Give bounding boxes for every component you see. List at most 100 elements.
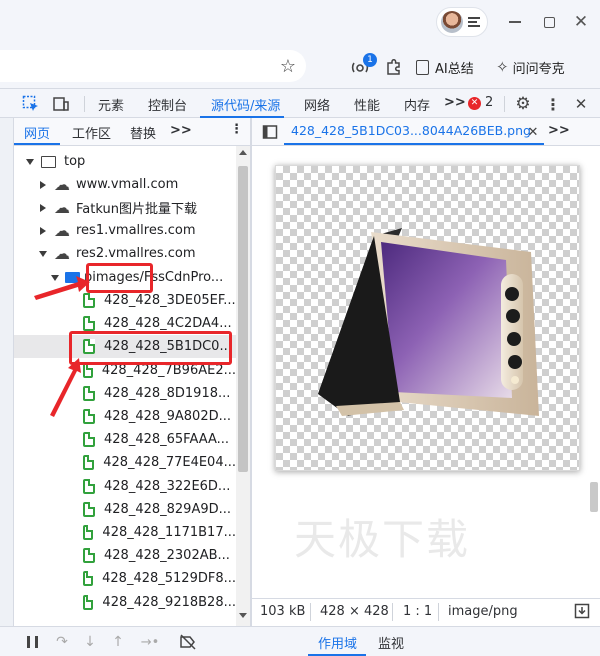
deactivate-breakpoints-button[interactable] (176, 632, 200, 652)
image-file-icon (83, 594, 94, 610)
tab-overrides[interactable]: 替换 (130, 123, 156, 142)
collapsed-arrow-icon (40, 226, 46, 235)
minimize-button[interactable] (500, 8, 530, 36)
navigator-menu-button[interactable]: ⋮ (230, 122, 243, 137)
more-navigator-tabs[interactable]: >> (170, 123, 192, 138)
tab-sources[interactable]: 源代码/来源 (200, 89, 284, 118)
cloud-icon: ☁ (54, 243, 70, 263)
restore-icon (543, 16, 555, 28)
tree-item-file[interactable]: 428_428_2302AB... (14, 544, 236, 567)
tree-item-origin[interactable]: ☁ res1.vmallres.com (14, 219, 236, 242)
tree-item-label: res1.vmallres.com (76, 223, 196, 238)
step-over-button[interactable]: ↷ (52, 632, 72, 652)
tree-item-label: top (64, 154, 86, 169)
tab-performance[interactable]: 性能 (354, 95, 380, 114)
cloud-icon: ☁ (54, 197, 70, 217)
settings-button[interactable]: ⚙ (512, 93, 534, 115)
tree-item-label: 428_428_4C2DA4... (104, 316, 232, 332)
scroll-down-arrow-icon[interactable] (239, 613, 247, 618)
tree-item-label: 428_428_77E4E04... (103, 455, 236, 471)
inspect-element-button[interactable] (20, 93, 42, 115)
customize-menu-button[interactable]: ⋮ (542, 93, 564, 115)
address-bar[interactable]: ☆ (0, 50, 306, 82)
more-editor-tabs[interactable]: >> (548, 123, 570, 138)
close-devtools-button[interactable]: ✕ (570, 93, 592, 115)
scroll-up-arrow-icon[interactable] (239, 150, 247, 155)
error-icon: ✕ (468, 97, 481, 110)
restore-button[interactable] (534, 8, 564, 36)
browser-title-bar: ✕ (0, 0, 600, 44)
tab-console[interactable]: 控制台 (148, 95, 187, 114)
tree-item-label: 428_428_3DE05EF... (104, 293, 236, 308)
inspect-cursor-icon (22, 95, 38, 111)
avatar (441, 11, 463, 33)
pause-button[interactable] (22, 632, 42, 652)
image-file-icon (83, 455, 95, 471)
tree-item-file[interactable]: 428_428_77E4E04... (14, 451, 236, 474)
tree-item-file[interactable]: 428_428_5129DF8... (14, 567, 236, 590)
tree-item-file[interactable]: 428_428_65FAAA... (14, 428, 236, 451)
device-icon (53, 97, 69, 111)
extensions-button[interactable] (380, 54, 408, 80)
ai-summary-button[interactable]: AI总结 (416, 54, 486, 80)
step-out-button[interactable]: ↑ (108, 632, 128, 652)
tree-item-origin[interactable]: ☁ Fatkun图片批量下载 (14, 196, 236, 219)
ai-summary-label: AI总结 (435, 61, 474, 77)
arrow-to-folder-icon (34, 276, 90, 300)
close-file-tab-button[interactable]: ✕ (524, 123, 542, 141)
tab-elements[interactable]: 元素 (98, 95, 124, 114)
preview-scrollbar[interactable] (590, 482, 598, 512)
tree-item-label: 428_428_829A9D... (104, 501, 232, 517)
tree-item-file[interactable]: 428_428_322E6D... (14, 475, 236, 498)
step-button[interactable]: →• (138, 632, 162, 652)
tree-item-origin[interactable]: ☁ www.vmall.com (14, 173, 236, 196)
error-counter[interactable]: ✕ 2 (468, 95, 498, 113)
bookmark-star-button[interactable]: ☆ (276, 54, 300, 78)
expanded-arrow-icon (26, 158, 34, 165)
tree-item-top[interactable]: top (14, 150, 236, 173)
tab-workspace[interactable]: 工作区 (72, 123, 111, 142)
toolbar-divider (84, 96, 85, 112)
error-count: 2 (485, 95, 494, 110)
extension-sync-button[interactable]: 1 (346, 53, 377, 80)
tab-memory[interactable]: 内存 (404, 95, 430, 114)
notification-badge: 1 (363, 53, 377, 67)
tree-item-label: 428_428_5129DF8... (102, 571, 236, 587)
device-toolbar-button[interactable] (50, 93, 72, 115)
pane-splitter[interactable] (250, 118, 252, 626)
tab-scope-label: 作用域 (318, 637, 358, 652)
close-window-button[interactable]: ✕ (566, 8, 596, 36)
editor-file-tab-label: 428_428_5B1DC03...8044A26BEB.png (291, 123, 531, 138)
step-into-button[interactable]: ↓ (80, 632, 100, 652)
foldable-phone-image (318, 228, 539, 416)
annotation-arrows (34, 276, 90, 417)
tree-item-origin[interactable]: ☁ res2.vmallres.com (14, 242, 236, 265)
tab-page[interactable]: 网页 (14, 118, 60, 145)
download-icon (574, 603, 590, 619)
download-image-button[interactable] (572, 601, 592, 621)
step-out-icon: ↑ (112, 634, 124, 650)
page-edge (0, 88, 14, 626)
tab-watch[interactable]: 监视 (378, 633, 404, 652)
tree-item-label: 428_428_2302AB... (104, 548, 230, 564)
star-icon: ☆ (279, 55, 297, 77)
image-aspect-ratio: 1 : 1 (403, 604, 433, 619)
tab-network[interactable]: 网络 (304, 95, 330, 114)
cloud-icon: ☁ (54, 220, 70, 240)
sparkle-icon: ✧ (496, 58, 509, 76)
ask-quark-label: 问问夸克 (512, 61, 565, 77)
toggle-navigator-button[interactable] (260, 122, 280, 142)
step-into-icon: ↓ (84, 634, 96, 650)
tree-item-file[interactable]: 428_428_9218B28... (14, 591, 236, 614)
tree-item-file[interactable]: 428_428_829A9D... (14, 498, 236, 521)
profile-button[interactable] (436, 7, 488, 37)
editor-tab-bar: 428_428_5B1DC03...8044A26BEB.png ✕ >> (252, 118, 600, 146)
ask-quark-button[interactable]: ✧ 问问夸克 (496, 54, 586, 80)
tab-scope[interactable]: 作用域 (308, 627, 366, 656)
tree-item-file[interactable]: 428_428_1171B17... (14, 521, 236, 544)
editor-file-tab[interactable]: 428_428_5B1DC03...8044A26BEB.png (284, 118, 544, 145)
more-tabs-button[interactable]: >> (444, 95, 466, 110)
sidebar-toggle-icon (262, 125, 278, 139)
scrollbar-thumb[interactable] (238, 166, 248, 472)
tree-item-label: 428_428_9A802D... (104, 409, 232, 424)
